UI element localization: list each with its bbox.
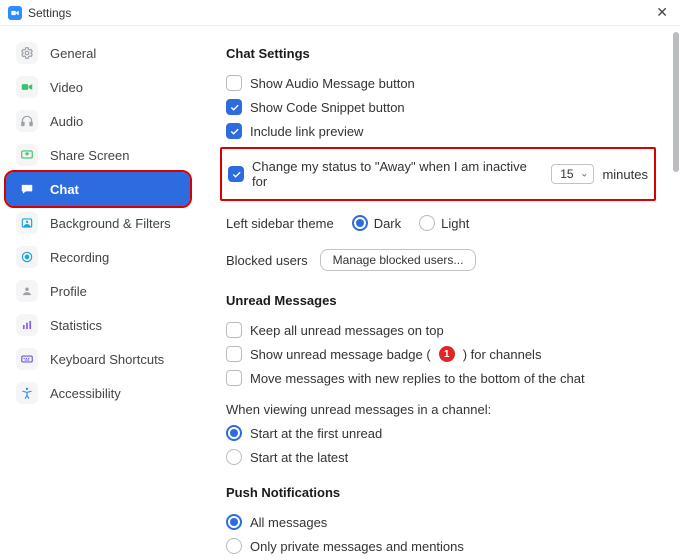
radio-icon bbox=[226, 425, 242, 441]
settings-content: Chat Settings Show Audio Message button … bbox=[196, 26, 680, 560]
chevron-down-icon: ⌄ bbox=[580, 169, 588, 180]
sidebar-item-profile[interactable]: Profile bbox=[6, 274, 190, 308]
close-icon[interactable]: ✕ bbox=[652, 2, 672, 23]
highlight-away-setting: Change my status to "Away" when I am ina… bbox=[220, 147, 656, 201]
blocked-label: Blocked users bbox=[226, 253, 308, 268]
option-label: Dark bbox=[374, 216, 401, 231]
sidebar-item-label: Profile bbox=[50, 284, 87, 299]
theme-label: Left sidebar theme bbox=[226, 216, 334, 231]
checkbox-icon bbox=[226, 322, 242, 338]
section-unread: Unread Messages bbox=[226, 293, 650, 308]
option-label: Start at the first unread bbox=[250, 426, 382, 441]
manage-blocked-button[interactable]: Manage blocked users... bbox=[320, 249, 477, 271]
theme-dark-option[interactable]: Dark bbox=[352, 211, 401, 235]
sidebar-item-keyboard[interactable]: Keyboard Shortcuts bbox=[6, 342, 190, 376]
checkbox-icon bbox=[226, 75, 242, 91]
radio-icon bbox=[419, 215, 435, 231]
sidebar: General Video Audio Share Screen Chat bbox=[0, 26, 196, 560]
radio-icon bbox=[226, 514, 242, 530]
statistics-icon bbox=[16, 314, 38, 336]
blocked-row: Blocked users Manage blocked users... bbox=[226, 245, 650, 275]
option-label: Only private messages and mentions bbox=[250, 539, 464, 554]
option-label: Show Audio Message button bbox=[250, 76, 415, 91]
opt-show-code[interactable]: Show Code Snippet button bbox=[226, 95, 650, 119]
opt-start-latest[interactable]: Start at the latest bbox=[226, 445, 650, 469]
keyboard-icon bbox=[16, 348, 38, 370]
sidebar-item-statistics[interactable]: Statistics bbox=[6, 308, 190, 342]
share-screen-icon bbox=[16, 144, 38, 166]
radio-icon bbox=[226, 538, 242, 554]
titlebar: Settings ✕ bbox=[0, 0, 680, 26]
sidebar-item-label: Background & Filters bbox=[50, 216, 171, 231]
sidebar-item-share-screen[interactable]: Share Screen bbox=[6, 138, 190, 172]
opt-unread-badge[interactable]: Show unread message badge ( 1 ) for chan… bbox=[226, 342, 650, 366]
sidebar-item-chat[interactable]: Chat bbox=[6, 172, 190, 206]
option-label: Include link preview bbox=[250, 124, 363, 139]
option-label: Change my status to "Away" when I am ina… bbox=[252, 159, 543, 189]
theme-light-option[interactable]: Light bbox=[419, 211, 469, 235]
sidebar-item-video[interactable]: Video bbox=[6, 70, 190, 104]
option-label: minutes bbox=[602, 167, 648, 182]
unread-badge: 1 bbox=[439, 346, 455, 362]
sidebar-item-label: Recording bbox=[50, 250, 109, 265]
checkbox-icon bbox=[226, 99, 242, 115]
sidebar-item-label: General bbox=[50, 46, 96, 61]
section-chat-settings: Chat Settings bbox=[226, 46, 650, 61]
sidebar-item-audio[interactable]: Audio bbox=[6, 104, 190, 138]
opt-push-all[interactable]: All messages bbox=[226, 510, 650, 534]
sidebar-item-background[interactable]: Background & Filters bbox=[6, 206, 190, 240]
checkbox-icon bbox=[226, 123, 242, 139]
option-label: Start at the latest bbox=[250, 450, 348, 465]
option-label: All messages bbox=[250, 515, 327, 530]
sidebar-item-label: Keyboard Shortcuts bbox=[50, 352, 164, 367]
headphones-icon bbox=[16, 110, 38, 132]
away-minutes-select[interactable]: 15 ⌄ bbox=[551, 164, 594, 184]
checkbox-icon bbox=[228, 166, 244, 182]
opt-push-private[interactable]: Only private messages and mentions bbox=[226, 534, 650, 558]
radio-icon bbox=[352, 215, 368, 231]
chat-icon bbox=[16, 178, 38, 200]
record-icon bbox=[16, 246, 38, 268]
option-label: Keep all unread messages on top bbox=[250, 323, 444, 338]
select-value: 15 bbox=[560, 167, 573, 181]
scrollbar-thumb[interactable] bbox=[673, 32, 679, 172]
theme-row: Left sidebar theme Dark Light bbox=[226, 207, 650, 239]
video-icon bbox=[16, 76, 38, 98]
option-label: Move messages with new replies to the bo… bbox=[250, 371, 585, 386]
sidebar-item-label: Accessibility bbox=[50, 386, 121, 401]
gear-icon bbox=[16, 42, 38, 64]
when-viewing-label: When viewing unread messages in a channe… bbox=[226, 398, 650, 421]
option-label: Light bbox=[441, 216, 469, 231]
sidebar-item-label: Statistics bbox=[50, 318, 102, 333]
label: When viewing unread messages in a channe… bbox=[226, 402, 491, 417]
window-title: Settings bbox=[28, 6, 71, 20]
app-icon bbox=[8, 6, 22, 20]
opt-move-replies[interactable]: Move messages with new replies to the bo… bbox=[226, 366, 650, 390]
opt-away-status[interactable]: Change my status to "Away" when I am ina… bbox=[228, 155, 648, 193]
option-label: ) for channels bbox=[463, 347, 542, 362]
scrollbar[interactable] bbox=[673, 32, 679, 554]
sidebar-item-label: Video bbox=[50, 80, 83, 95]
radio-icon bbox=[226, 449, 242, 465]
checkbox-icon bbox=[226, 346, 242, 362]
background-icon bbox=[16, 212, 38, 234]
sidebar-item-label: Share Screen bbox=[50, 148, 130, 163]
opt-start-first[interactable]: Start at the first unread bbox=[226, 421, 650, 445]
profile-icon bbox=[16, 280, 38, 302]
opt-show-audio[interactable]: Show Audio Message button bbox=[226, 71, 650, 95]
option-label: Show unread message badge ( bbox=[250, 347, 431, 362]
section-push: Push Notifications bbox=[226, 485, 650, 500]
sidebar-item-label: Chat bbox=[50, 182, 79, 197]
checkbox-icon bbox=[226, 370, 242, 386]
sidebar-item-recording[interactable]: Recording bbox=[6, 240, 190, 274]
sidebar-item-general[interactable]: General bbox=[6, 36, 190, 70]
opt-keep-top[interactable]: Keep all unread messages on top bbox=[226, 318, 650, 342]
option-label: Show Code Snippet button bbox=[250, 100, 405, 115]
sidebar-item-label: Audio bbox=[50, 114, 83, 129]
accessibility-icon bbox=[16, 382, 38, 404]
opt-include-link[interactable]: Include link preview bbox=[226, 119, 650, 143]
sidebar-item-accessibility[interactable]: Accessibility bbox=[6, 376, 190, 410]
